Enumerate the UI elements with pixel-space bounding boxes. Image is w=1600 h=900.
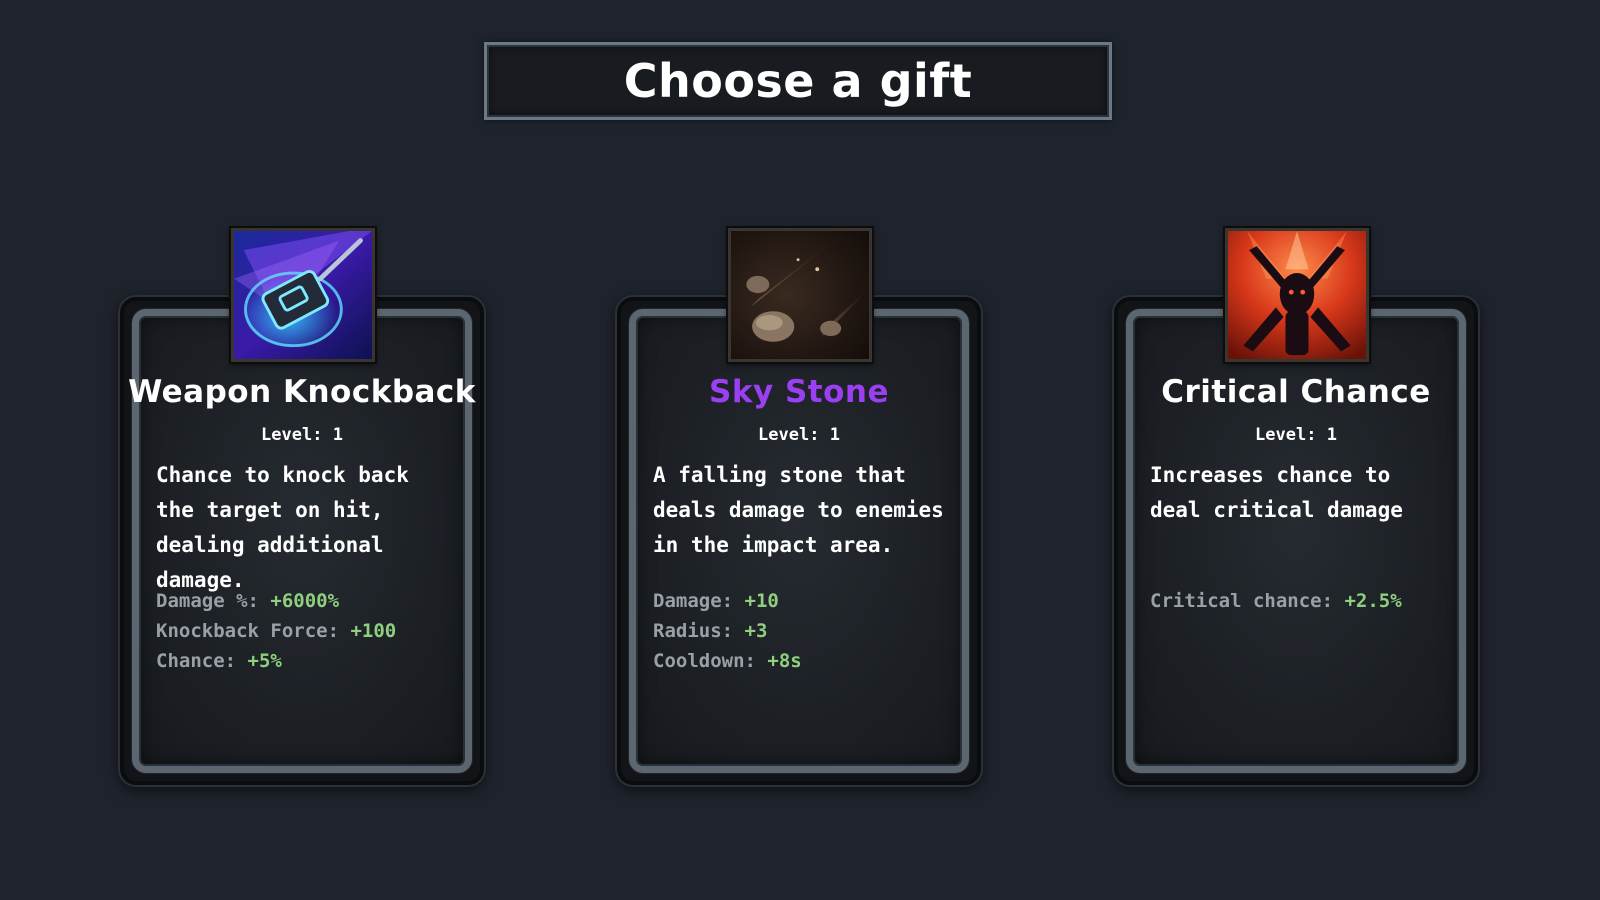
- stat-label: Radius:: [653, 620, 734, 642]
- gift-stats: Damage %: +6000% Knockback Force: +100 C…: [156, 586, 464, 676]
- gift-stats: Damage: +10 Radius: +3 Cooldown: +8s: [653, 586, 961, 676]
- stat-row: Knockback Force: +100: [156, 616, 464, 646]
- gift-description: Increases chance to deal critical damage: [1150, 463, 1403, 522]
- stat-value: +6000%: [270, 590, 340, 612]
- weapon-knockback-icon: [231, 228, 375, 362]
- gift-level: Level: 1: [1255, 425, 1337, 445]
- stat-value: +8s: [767, 650, 802, 672]
- gift-level: Level: 1: [758, 425, 840, 445]
- gift-card-critical-chance[interactable]: Critical Chance Level: 1 Increases chanc…: [1114, 297, 1478, 785]
- stat-value: +3: [744, 620, 768, 642]
- gift-level: Level: 1: [261, 425, 343, 445]
- stat-label: Cooldown:: [653, 650, 756, 672]
- gift-stats: Critical chance: +2.5%: [1150, 586, 1458, 616]
- gift-card-weapon-knockback[interactable]: Weapon Knockback Level: 1 Chance to knoc…: [120, 297, 484, 785]
- stat-row: Radius: +3: [653, 616, 961, 646]
- screen-title: Choose a gift: [623, 54, 973, 108]
- stat-row: Cooldown: +8s: [653, 646, 961, 676]
- stat-label: Knockback Force:: [156, 620, 340, 642]
- gift-name: Critical Chance: [1161, 374, 1431, 410]
- stat-row: Chance: +5%: [156, 646, 464, 676]
- stat-row: Damage %: +6000%: [156, 586, 464, 616]
- stat-label: Damage:: [653, 590, 734, 612]
- gift-card-sky-stone[interactable]: Sky Stone Level: 1 A falling stone that …: [617, 297, 981, 785]
- stat-label: Damage %:: [156, 590, 259, 612]
- stat-label: Critical chance:: [1150, 590, 1334, 612]
- title-banner: Choose a gift: [484, 42, 1112, 120]
- gift-name: Sky Stone: [709, 374, 889, 410]
- stat-row: Critical chance: +2.5%: [1150, 586, 1458, 616]
- sky-stone-icon: [728, 228, 872, 362]
- gift-name: Weapon Knockback: [128, 374, 476, 410]
- stat-value: +100: [350, 620, 397, 642]
- stat-label: Chance:: [156, 650, 237, 672]
- stat-row: Damage: +10: [653, 586, 961, 616]
- gift-description: A falling stone that deals damage to ene…: [653, 463, 944, 557]
- gift-description: Chance to knock back the target on hit, …: [156, 463, 409, 592]
- critical-chance-icon: [1225, 228, 1369, 362]
- stat-value: +10: [744, 590, 779, 612]
- stat-value: +2.5%: [1344, 590, 1402, 612]
- stat-value: +5%: [247, 650, 282, 672]
